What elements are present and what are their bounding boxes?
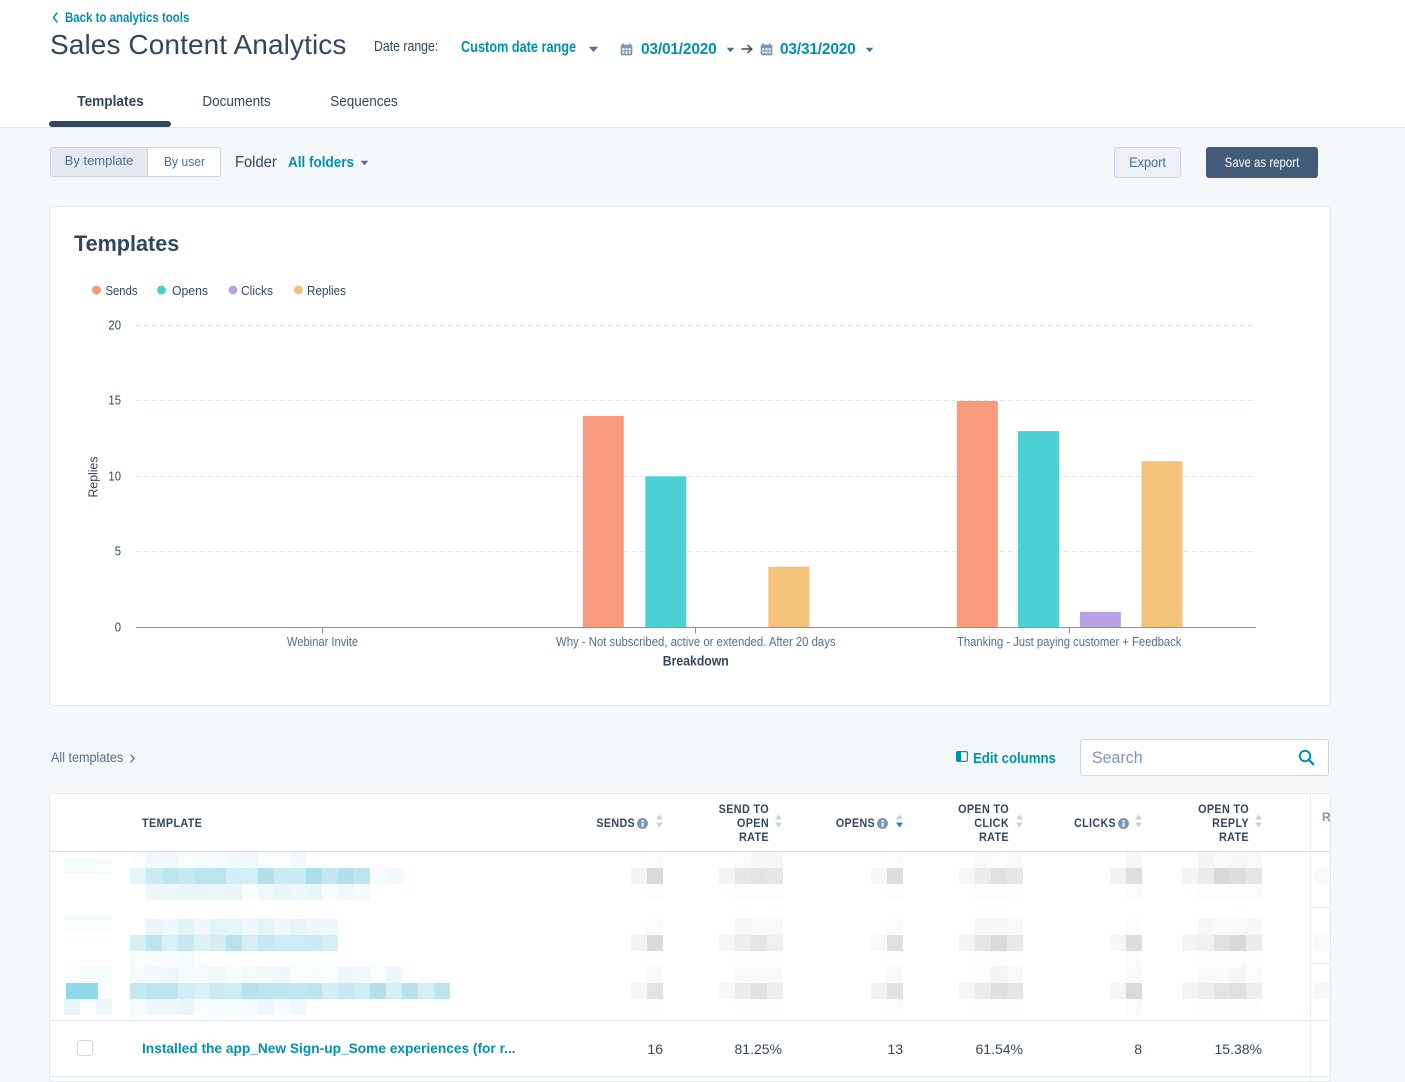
svg-text:20: 20 [108, 318, 121, 333]
svg-text:5: 5 [115, 544, 121, 559]
svg-text:Why - Not subscribed, active o: Why - Not subscribed, active or extended… [556, 635, 836, 649]
svg-text:Breakdown: Breakdown [663, 653, 729, 669]
svg-text:Clicks: Clicks [241, 283, 273, 298]
svg-text:Thanking - Just paying custome: Thanking - Just paying customer + Feedba… [957, 635, 1182, 649]
svg-text:Sends: Sends [106, 283, 138, 298]
svg-text:Opens: Opens [172, 283, 208, 298]
svg-text:Replies: Replies [307, 283, 346, 298]
svg-text:Webinar Invite: Webinar Invite [287, 635, 358, 649]
svg-text:0: 0 [115, 620, 121, 635]
svg-text:Replies: Replies [86, 456, 101, 497]
svg-text:10: 10 [108, 469, 121, 484]
svg-text:15: 15 [108, 393, 121, 408]
